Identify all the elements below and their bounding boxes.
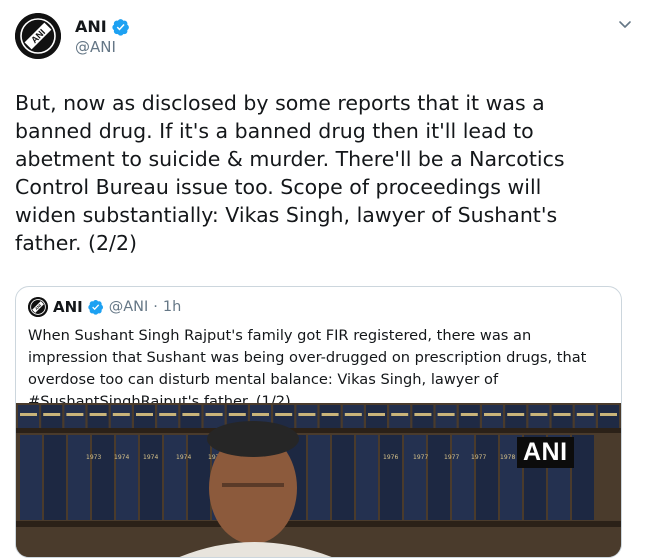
book-spine <box>366 405 387 428</box>
book-spine-label: 1977 <box>413 454 428 461</box>
author-handle[interactable]: @ANI <box>75 38 130 56</box>
book-spine <box>428 435 450 520</box>
book-spine-label: 1977 <box>444 454 459 461</box>
book-spine <box>412 405 434 428</box>
book-spine <box>18 405 39 428</box>
book-spine <box>44 435 66 520</box>
book-spine-band <box>89 413 107 416</box>
book-spine <box>572 435 594 520</box>
quoted-tweet-header: ANI ANI @ANI · 1h <box>28 297 181 317</box>
ani-logo-icon: ANI <box>15 13 61 59</box>
book-spine-label: 1976 <box>383 454 398 461</box>
quoted-tweet-time[interactable]: 1h <box>163 299 181 315</box>
book-spine-band <box>507 413 525 416</box>
book-spine <box>482 405 503 428</box>
book-spine <box>551 405 573 428</box>
book-spine <box>134 405 155 428</box>
book-spine <box>203 405 225 428</box>
book-spine-label: 1974 <box>143 454 158 461</box>
book-spine <box>404 435 426 520</box>
separator-dot: · <box>153 299 158 315</box>
book-spine-band <box>275 413 293 416</box>
book-spine-band <box>66 413 84 416</box>
book-spine-band <box>391 413 409 416</box>
book-spine-band <box>437 413 455 416</box>
book-spine <box>180 405 202 428</box>
book-spine <box>356 435 378 520</box>
book-spine <box>116 435 138 520</box>
book-spine-band <box>414 413 432 416</box>
chevron-down-icon[interactable] <box>617 16 633 32</box>
book-spine <box>476 435 498 520</box>
book-spine-band <box>576 413 594 416</box>
book-spine <box>92 435 114 520</box>
author-name[interactable]: ANI <box>75 17 107 36</box>
book-spine-band <box>460 413 478 416</box>
book-spine <box>528 405 550 428</box>
author-avatar[interactable]: ANI <box>15 13 61 59</box>
book-spine-band <box>182 413 200 416</box>
book-spine <box>110 405 132 428</box>
book-spine <box>380 435 402 520</box>
book-spine <box>452 435 474 520</box>
book-spine-band <box>368 413 385 416</box>
quoted-author-name[interactable]: ANI <box>53 298 83 316</box>
book-spine-label: 1973 <box>86 454 101 461</box>
book-spine-band <box>228 413 246 416</box>
quoted-tweet-text: When Sushant Singh Rajput's family got F… <box>28 327 587 410</box>
book-spine <box>140 435 162 520</box>
book-spine-band <box>205 413 223 416</box>
book-spine-label: 1978 <box>500 454 515 461</box>
book-spine <box>574 405 596 428</box>
book-spine-band <box>344 413 362 416</box>
book-spine-band <box>484 413 501 416</box>
author-block: ANI @ANI <box>75 17 130 56</box>
book-spine-band <box>321 413 339 416</box>
book-spine-label: 1977 <box>471 454 486 461</box>
book-spine <box>296 405 318 428</box>
book-spine <box>458 405 480 428</box>
quoted-tweet-video-thumbnail[interactable]: 1973197419741974197419751976197719771977… <box>16 403 621 557</box>
book-spine-label: 1974 <box>114 454 129 461</box>
book-spine-band <box>112 413 130 416</box>
book-spine <box>505 405 527 428</box>
book-spine-band <box>159 413 177 416</box>
book-spine-band <box>553 413 571 416</box>
quoted-tweet[interactable]: ANI ANI @ANI · 1h When Sushant Singh Raj… <box>15 286 622 558</box>
book-spine-band <box>600 413 617 416</box>
verified-badge-icon <box>88 299 104 315</box>
tweet-text: But, now as disclosed by some reports th… <box>15 91 565 255</box>
book-spine <box>41 405 63 428</box>
book-spine-band <box>298 413 316 416</box>
book-spine <box>308 435 330 520</box>
book-spine <box>598 405 619 428</box>
verified-badge-icon <box>112 18 130 36</box>
book-spine <box>389 405 411 428</box>
book-spine-band <box>20 413 37 416</box>
book-spine <box>164 435 186 520</box>
book-spine <box>64 405 86 428</box>
ani-logo-icon[interactable]: ANI <box>28 297 48 317</box>
book-spine-band <box>252 413 269 416</box>
tweet: ANI ANI @ANI But, now as disclosed by so… <box>0 0 650 558</box>
book-spine-band <box>136 413 153 416</box>
book-spine-label: 1974 <box>176 454 191 461</box>
quoted-author-handle[interactable]: @ANI <box>109 299 149 315</box>
book-spine <box>68 435 90 520</box>
book-spine <box>188 435 210 520</box>
book-spine <box>319 405 341 428</box>
book-spine-band <box>43 413 61 416</box>
book-spine <box>435 405 457 428</box>
book-spine <box>157 405 179 428</box>
book-spine <box>332 435 354 520</box>
book-spine <box>87 405 109 428</box>
ani-watermark: ANI <box>517 437 574 468</box>
book-spine-band <box>530 413 548 416</box>
book-spine <box>342 405 364 428</box>
book-spine <box>20 435 42 520</box>
bookshelf-image: 1973197419741974197419751976197719771977… <box>16 403 621 557</box>
